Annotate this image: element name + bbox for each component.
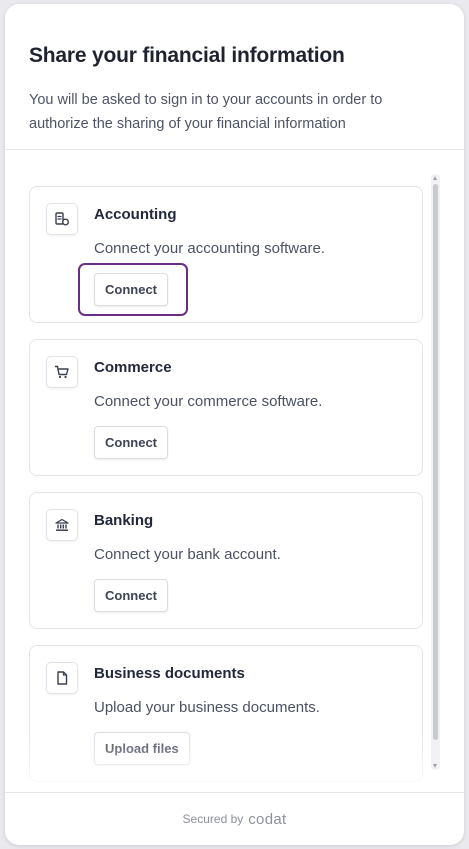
connect-accounting-button[interactable]: Connect <box>94 273 168 306</box>
upload-files-button[interactable]: Upload files <box>94 732 190 765</box>
accounting-icon <box>46 203 78 235</box>
scroll-down-arrow-icon[interactable] <box>433 764 437 768</box>
connect-commerce-button[interactable]: Connect <box>94 426 168 459</box>
card-title: Banking <box>94 512 154 529</box>
accounting-card: Accounting Connect your accounting softw… <box>29 186 423 323</box>
cart-icon <box>46 356 78 388</box>
card-description: Connect your accounting software. <box>94 240 325 257</box>
secured-by-label: Secured by <box>182 812 244 826</box>
card-description: Connect your commerce software. <box>94 393 323 410</box>
connect-banking-button[interactable]: Connect <box>94 579 168 612</box>
share-financial-info-modal: Share your financial information You wil… <box>5 4 464 845</box>
page-subtitle: You will be asked to sign in to your acc… <box>29 92 383 132</box>
scrollbar[interactable] <box>431 174 440 770</box>
business-documents-card: Business documents Upload your business … <box>29 645 423 782</box>
page-title: Share your financial information <box>29 44 345 67</box>
card-title: Business documents <box>94 665 245 682</box>
card-description: Connect your bank account. <box>94 546 281 563</box>
modal-footer: Secured by codat <box>5 792 464 845</box>
modal-header: Share your financial information You wil… <box>5 4 464 150</box>
card-title: Accounting <box>94 206 177 223</box>
bank-icon <box>46 509 78 541</box>
commerce-card: Commerce Connect your commerce software.… <box>29 339 423 476</box>
card-description: Upload your business documents. <box>94 699 320 716</box>
scrollbar-thumb[interactable] <box>433 184 438 740</box>
banking-card: Banking Connect your bank account. Conne… <box>29 492 423 629</box>
codat-logo: codat <box>248 810 287 828</box>
integration-list: Accounting Connect your accounting softw… <box>5 150 464 792</box>
card-title: Commerce <box>94 359 172 376</box>
document-icon <box>46 662 78 694</box>
scroll-up-arrow-icon[interactable] <box>433 176 437 180</box>
